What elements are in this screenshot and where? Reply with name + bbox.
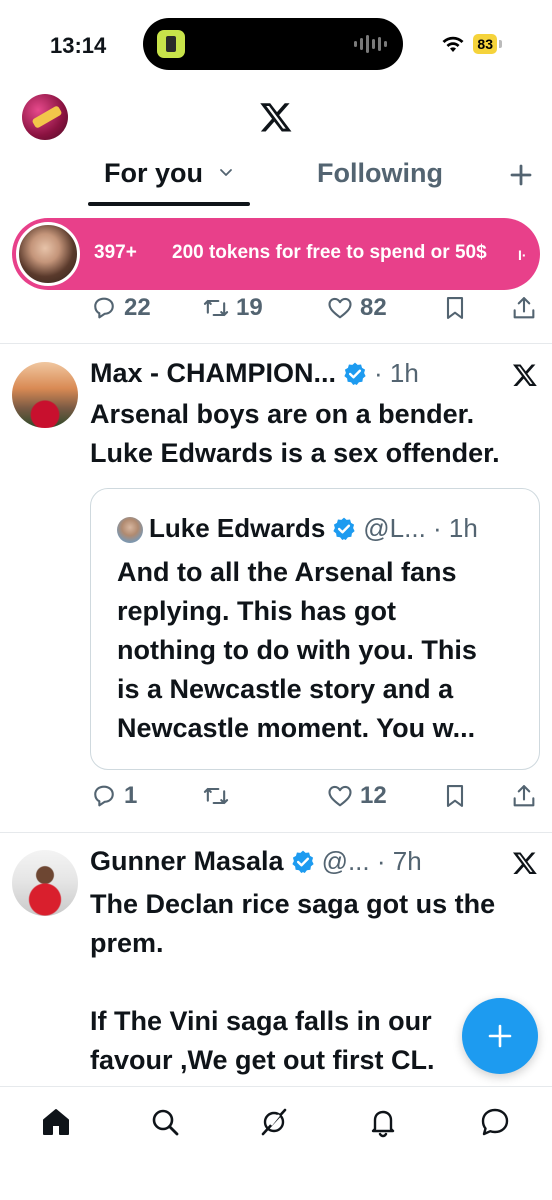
like-button[interactable]: 12 (326, 782, 387, 810)
share-icon (513, 785, 535, 807)
tweet-header: Gunner Masala @... · 7h (90, 846, 422, 877)
promo-trail: I· (518, 247, 527, 263)
x-logo-icon[interactable] (258, 100, 294, 134)
verified-badge-icon (344, 362, 366, 385)
chevron-down-icon[interactable] (218, 164, 234, 180)
tweet-line: Arsenal boys are on a bender. (90, 399, 475, 429)
add-tab-icon[interactable] (508, 162, 534, 188)
bell-icon (371, 1110, 395, 1138)
home-icon (43, 1109, 69, 1135)
wifi-icon (442, 36, 464, 52)
nav-grok[interactable] (257, 1105, 291, 1139)
avatar[interactable] (12, 850, 78, 916)
battery-icon (499, 40, 502, 48)
quote-line: replying. This has got (117, 596, 397, 626)
quote-line: Newcastle moment. You w... (117, 713, 476, 743)
x-grok-icon[interactable] (512, 850, 538, 876)
bookmark-icon (446, 297, 464, 319)
reply-icon (94, 785, 114, 807)
quote-line: And to all the Arsenal fans (117, 557, 457, 587)
bottom-nav (0, 1086, 552, 1200)
reply-count: 1 (124, 782, 138, 809)
repost-icon (203, 787, 229, 805)
quote-line: nothing to do with you. This (117, 635, 477, 665)
author-name[interactable]: Max - CHAMPION... (90, 358, 336, 389)
audio-wave-icon (354, 34, 387, 54)
divider (0, 832, 552, 833)
quote-header: Luke Edwards @L... · 1h (149, 513, 478, 544)
promo-avatar (16, 222, 80, 286)
tweet-time: · 1h (374, 358, 419, 388)
nav-search[interactable] (148, 1105, 182, 1139)
grok-icon (261, 1108, 287, 1136)
status-indicators: 83 (441, 34, 502, 54)
repost-button[interactable] (202, 782, 236, 810)
reply-icon (94, 297, 114, 319)
like-button[interactable]: 82 (326, 294, 387, 322)
repost-button[interactable]: 19 (202, 294, 263, 322)
search-icon (152, 1109, 179, 1136)
promo-text: 200 tokens for free to spend or 50$ (172, 242, 487, 263)
island-app-icon (157, 30, 185, 58)
compose-button[interactable] (462, 998, 538, 1074)
tab-following[interactable]: Following (317, 158, 443, 189)
quote-text: And to all the Arsenal fans replying. Th… (117, 553, 527, 748)
heart-icon (328, 785, 352, 807)
divider (0, 343, 552, 344)
bookmark-button[interactable] (441, 782, 469, 810)
timeline-tabs: For you Following (0, 150, 552, 206)
share-button[interactable] (510, 294, 538, 322)
repost-count: 19 (236, 294, 263, 321)
prev-tweet-actions: 22 19 82 (0, 294, 552, 334)
verified-badge-icon (333, 517, 355, 540)
quote-tweet-card[interactable]: Luke Edwards @L... · 1h And to all the A… (90, 488, 540, 770)
nav-notifications[interactable] (366, 1105, 400, 1139)
reply-count: 22 (124, 294, 151, 321)
promo-count: 397+ (94, 242, 137, 263)
nav-home[interactable] (39, 1105, 73, 1139)
tweet-time: @... · 7h (321, 846, 422, 876)
tweet-text: Arsenal boys are on a bender. Luke Edwar… (90, 395, 540, 473)
active-tab-indicator (88, 202, 250, 206)
reply-button[interactable]: 1 (90, 782, 137, 810)
verified-badge-icon (291, 850, 314, 873)
quote-line: is a Newcastle story and a (117, 674, 454, 704)
avatar[interactable] (12, 362, 78, 428)
like-count: 12 (360, 782, 387, 809)
tweet-line (90, 963, 540, 1002)
bookmark-button[interactable] (441, 294, 469, 322)
author-name[interactable]: Gunner Masala (90, 846, 284, 877)
quote-author-name: Luke Edwards (149, 513, 326, 543)
tab-for-you[interactable]: For you (104, 158, 203, 189)
promo-banner[interactable]: 397+ 200 tokens for free to spend or 50$… (12, 218, 540, 290)
tweet-line: Luke Edwards is a sex offender. (90, 438, 500, 468)
tweet-line: The Declan rice saga got us the (90, 889, 496, 919)
share-button[interactable] (510, 782, 538, 810)
status-bar: 13:14 83 (0, 0, 552, 90)
tweet-actions: 1 12 (0, 782, 552, 822)
quote-meta: @L... · 1h (363, 513, 478, 543)
repost-icon (203, 299, 229, 317)
battery-level: 83 (473, 34, 497, 54)
nav-messages[interactable] (478, 1105, 512, 1139)
bookmark-icon (446, 785, 464, 807)
heart-icon (328, 297, 352, 319)
dynamic-island (143, 18, 403, 70)
like-count: 82 (360, 294, 387, 321)
tweet-line: prem. (90, 928, 164, 958)
x-grok-icon[interactable] (512, 362, 538, 388)
share-icon (513, 297, 535, 319)
quote-avatar (117, 517, 143, 543)
tweet-header: Max - CHAMPION... · 1h (90, 358, 419, 389)
profile-avatar[interactable] (22, 94, 68, 140)
chat-bubble-icon (481, 1108, 509, 1136)
reply-button[interactable]: 22 (90, 294, 151, 322)
plus-icon (488, 1024, 512, 1048)
status-time: 13:14 (50, 33, 107, 58)
